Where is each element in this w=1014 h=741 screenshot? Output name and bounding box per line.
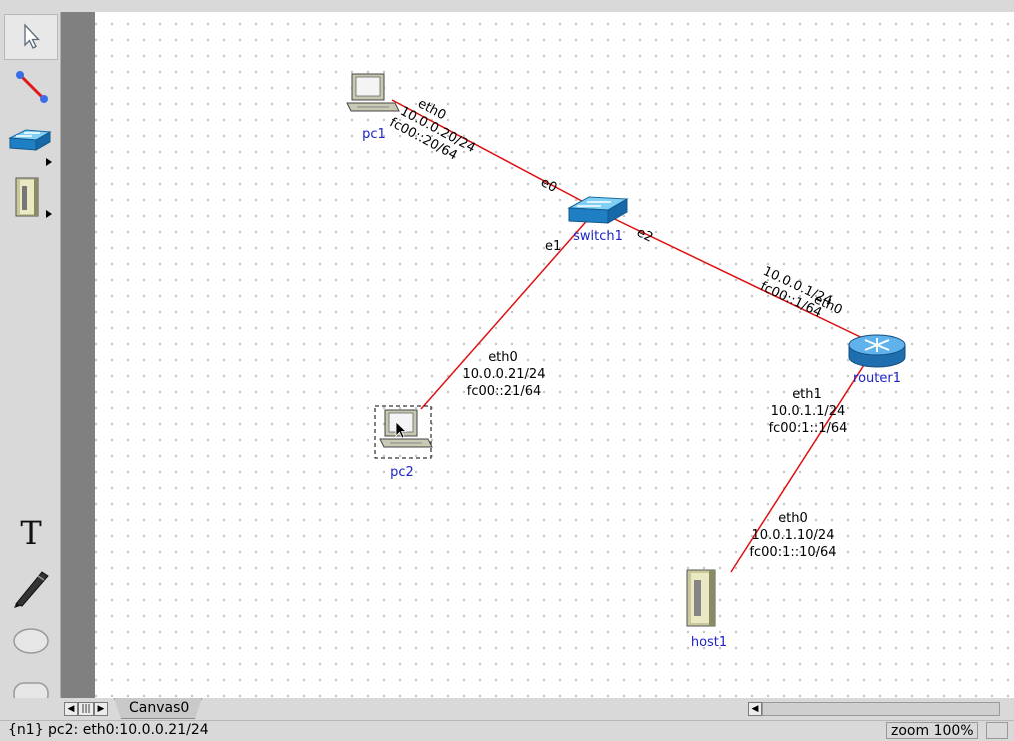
link-line-icon xyxy=(16,71,48,103)
freehand-tool[interactable] xyxy=(4,564,58,610)
if-label-ipv6: fc00::21/64 xyxy=(467,384,542,399)
router-icon xyxy=(848,334,906,368)
node-pc1[interactable]: pc1 xyxy=(346,73,400,142)
node-label: pc2 xyxy=(390,465,414,480)
if-label-name: eth1 xyxy=(792,387,822,402)
switch-icon xyxy=(567,196,629,224)
server-icon xyxy=(15,177,52,218)
topology-drawing: eth0 10.0.0.20/24 fc00::20/64 e0 e1 e2 e… xyxy=(346,73,906,650)
if-label-name: eth0 xyxy=(778,511,808,526)
pc-icon xyxy=(346,73,400,112)
node-label: host1 xyxy=(691,635,727,650)
if-pc2-eth0: eth0 10.0.0.21/24 fc00::21/64 xyxy=(463,350,546,399)
zoom-indicator: zoom 100% xyxy=(886,722,978,739)
node-label: switch1 xyxy=(573,229,623,244)
if-host1-eth0: eth0 10.0.1.10/24 fc00:1::10/64 xyxy=(749,511,836,560)
node-label: pc1 xyxy=(362,127,386,142)
select-tool[interactable] xyxy=(4,14,58,60)
pen-icon xyxy=(14,571,49,608)
links xyxy=(391,99,876,573)
oval-icon xyxy=(13,628,49,654)
network-layer-tool[interactable] xyxy=(4,120,58,166)
canvas-tab-bar: ◀ ||| ▶ Canvas0 ◀ xyxy=(0,698,1014,720)
if-label-ipv4: 10.0.1.1/24 xyxy=(771,404,846,419)
canvas-margin xyxy=(61,12,95,698)
status-text: {n1} pc2: eth0:10.0.0.21/24 xyxy=(8,722,209,738)
server-icon xyxy=(686,569,716,627)
tab-scroll-handle[interactable]: ||| xyxy=(78,702,94,716)
if-router1-eth1: eth1 10.0.1.1/24 fc00:1::1/64 xyxy=(769,387,848,436)
status-bar: {n1} pc2: eth0:10.0.0.21/24 zoom 100% xyxy=(0,720,1014,741)
if-switch1-e2: e2 xyxy=(634,225,655,246)
arrow-pointer-icon xyxy=(24,23,40,49)
node-label: router1 xyxy=(853,371,901,386)
link-layer-tool[interactable] xyxy=(4,174,58,220)
if-label-ipv6: fc00:1::10/64 xyxy=(749,545,836,560)
if-label-ipv4: 10.0.0.21/24 xyxy=(463,367,546,382)
hscroll-left-button[interactable]: ◀ xyxy=(748,702,762,716)
link-tool[interactable] xyxy=(4,64,58,110)
horizontal-scrollbar[interactable] xyxy=(762,702,1000,716)
oval-tool[interactable] xyxy=(4,618,58,664)
node-pc2[interactable]: pc2 xyxy=(374,405,433,480)
if-switch1-e1: e1 xyxy=(545,239,561,254)
tab-scroll-left-button[interactable]: ◀ xyxy=(64,702,78,716)
tool-palette: T xyxy=(0,12,61,706)
pc-icon xyxy=(379,409,433,448)
node-host1[interactable]: host1 xyxy=(686,569,727,650)
if-label-ipv6: fc00:1::1/64 xyxy=(769,421,848,436)
topology-canvas[interactable]: eth0 10.0.0.20/24 fc00::20/64 e0 e1 e2 e… xyxy=(95,12,1014,698)
node-router1[interactable]: router1 xyxy=(848,334,906,386)
switch-icon xyxy=(8,129,52,166)
tab-scroll-right-button[interactable]: ▶ xyxy=(94,702,108,716)
text-tool[interactable]: T xyxy=(4,510,58,556)
if-router1-eth0: eth0 10.0.0.1/24 fc00::1/64 xyxy=(758,264,845,321)
if-switch1-e0: e0 xyxy=(538,175,559,196)
if-label-name: eth0 xyxy=(488,350,518,365)
text-T-icon: T xyxy=(20,514,42,552)
if-label-ipv4: 10.0.1.10/24 xyxy=(752,528,835,543)
status-extra-field xyxy=(986,722,1008,739)
tab-canvas0[interactable]: Canvas0 xyxy=(114,698,202,719)
if-pc1-eth0: eth0 10.0.0.20/24 fc00::20/64 xyxy=(387,96,478,163)
